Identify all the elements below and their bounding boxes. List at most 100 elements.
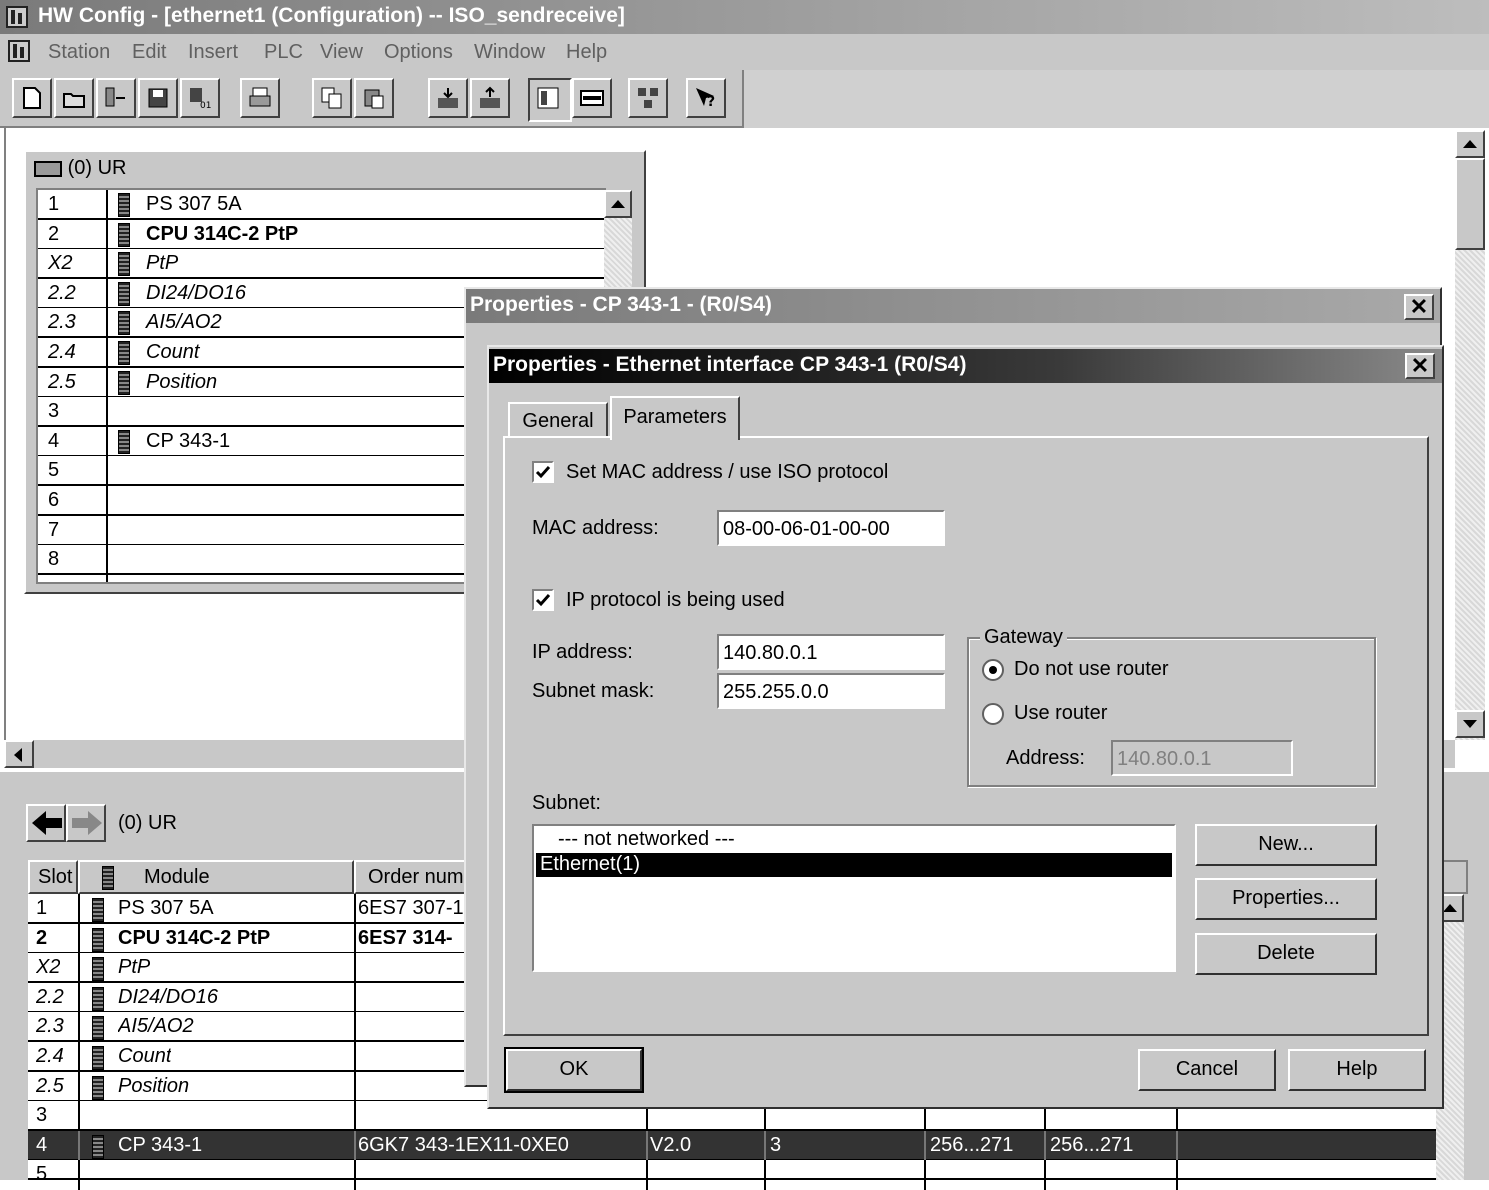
set-mac-checkbox[interactable]	[532, 461, 554, 483]
module-icon	[118, 281, 130, 306]
rack-module-name: CP 343-1	[146, 429, 231, 452]
module-column-icon	[102, 866, 114, 890]
upload-icon	[480, 86, 500, 108]
scroll-up-button[interactable]	[1455, 130, 1485, 158]
paste-icon	[364, 89, 384, 109]
back-button[interactable]	[26, 804, 66, 842]
rack-row[interactable]: 2 CPU 314C-2 PtP	[38, 219, 604, 250]
copy-button[interactable]	[312, 78, 352, 118]
column-divider	[78, 894, 80, 924]
cell-slot: 2	[36, 926, 48, 949]
paste-button[interactable]	[354, 78, 394, 118]
catalog-button[interactable]	[528, 78, 572, 122]
ethernet-dialog-close-button[interactable]: ✕	[1405, 353, 1435, 379]
cell-mpi: 3	[770, 1133, 782, 1156]
help-context-button[interactable]: ?	[686, 78, 726, 118]
cell-module: PtP	[118, 956, 151, 979]
new-button[interactable]	[12, 78, 52, 118]
rack-title-label: (0) UR	[67, 157, 127, 179]
router-address-label: Address:	[1006, 747, 1085, 769]
cell-fw: V2.0	[650, 1133, 692, 1156]
cell-slot: 4	[36, 1133, 48, 1156]
router-address-field[interactable]: 140.80.0.1	[1111, 740, 1293, 776]
title-bar: HW Config - [ethernet1 (Configuration) -…	[0, 0, 1489, 34]
column-divider	[354, 1042, 356, 1072]
menu-plc[interactable]: PLC	[264, 41, 303, 64]
delete-subnet-button[interactable]: Delete	[1195, 933, 1377, 975]
detail-table-row[interactable]: 4 CP 343-1 6GK7 343-1EX11-0XE0 V2.0 3 256...2…	[28, 1130, 1436, 1161]
tab-general[interactable]: General	[508, 402, 608, 438]
ip-protocol-checkbox[interactable]	[532, 589, 554, 611]
column-divider	[646, 1160, 648, 1190]
ok-button[interactable]: OK	[504, 1047, 644, 1093]
menu-window[interactable]: Window	[474, 41, 545, 64]
rack-slot-number: 2.4	[48, 341, 76, 363]
help-button[interactable]: Help	[1288, 1049, 1426, 1091]
subnet-listbox[interactable]: --- not networked --- Ethernet(1)	[532, 824, 1176, 972]
rack-module-name: CPU 314C-2 PtP	[146, 222, 299, 245]
tab-parameters[interactable]: Parameters	[610, 396, 740, 440]
rack-scroll-up-button[interactable]	[604, 190, 632, 218]
use-router-radio[interactable]	[982, 703, 1004, 725]
upload-button[interactable]	[470, 78, 510, 118]
cell-q: 256...271	[1050, 1133, 1134, 1156]
scroll-left-button[interactable]	[4, 740, 34, 768]
forward-button[interactable]	[66, 804, 106, 842]
detail-rack-title: (0) UR	[118, 812, 177, 834]
open-button[interactable]	[54, 78, 94, 118]
do-not-use-router-radio[interactable]	[982, 659, 1004, 681]
download-icon	[438, 88, 458, 108]
module-icon	[118, 370, 130, 395]
scroll-thumb[interactable]	[1455, 158, 1485, 250]
menu-options[interactable]: Options	[384, 41, 453, 64]
module-icon	[92, 1075, 104, 1100]
cancel-button[interactable]: Cancel	[1138, 1049, 1276, 1091]
app-icon[interactable]	[6, 6, 28, 28]
column-header-order-number[interactable]: Order numb	[354, 860, 466, 894]
column-divider	[354, 1160, 356, 1190]
column-header-module[interactable]: Module	[78, 860, 354, 894]
detail-table-row[interactable]: 5	[28, 1160, 1436, 1190]
cell-slot: 2.5	[36, 1074, 64, 1097]
rack-row[interactable]: 1 PS 307 5A	[38, 190, 604, 220]
subnet-mask-field[interactable]: 255.255.0.0	[717, 673, 945, 709]
mac-address-field[interactable]: 08-00-06-01-00-00	[717, 510, 945, 546]
cp-properties-close-button[interactable]: ✕	[1404, 294, 1434, 320]
menu-view[interactable]: View	[320, 41, 363, 64]
accessible-nodes-button[interactable]	[96, 78, 136, 118]
subnet-item-ethernet[interactable]: Ethernet(1)	[536, 853, 1172, 877]
rack-slot-number: 2.5	[48, 370, 76, 393]
ip-address-field[interactable]: 140.80.0.1	[717, 634, 945, 670]
column-header-slot[interactable]: Slot	[28, 860, 78, 894]
configure-network-button[interactable]	[628, 78, 668, 118]
subnet-item-not-networked[interactable]: --- not networked ---	[536, 828, 1172, 852]
menu-station[interactable]: Station	[48, 41, 110, 64]
print-button[interactable]	[240, 78, 280, 118]
workspace-vertical-scrollbar[interactable]	[1455, 130, 1485, 740]
column-divider	[354, 1130, 356, 1161]
save-compile-button[interactable]: 010	[180, 78, 220, 118]
cell-module: DI24/DO16	[118, 985, 219, 1008]
ethernet-dialog-title-bar: Properties - Ethernet interface CP 343-1…	[489, 349, 1442, 383]
cell-module: AI5/AO2	[118, 1015, 194, 1038]
save-button[interactable]	[138, 78, 178, 118]
scroll-down-button[interactable]	[1455, 710, 1485, 738]
menu-edit[interactable]: Edit	[132, 41, 166, 64]
ip-address-label: IP address:	[532, 641, 633, 663]
cell-slot: 2.4	[36, 1045, 64, 1067]
rack-slot-number: 2.3	[48, 311, 76, 334]
column-divider	[354, 953, 356, 984]
close-icon: ✕	[1410, 353, 1430, 378]
download-button[interactable]	[428, 78, 468, 118]
save-compile-icon: 010	[190, 88, 212, 110]
new-subnet-button[interactable]: New...	[1195, 824, 1377, 866]
cell-slot: 2.2	[36, 985, 64, 1008]
subnet-properties-button[interactable]: Properties...	[1195, 878, 1377, 920]
network-view-button[interactable]	[572, 78, 612, 118]
menu-insert[interactable]: Insert	[188, 41, 238, 64]
document-icon[interactable]	[8, 40, 30, 62]
rack-row[interactable]: X2 PtP	[38, 249, 604, 280]
menu-help[interactable]: Help	[566, 41, 607, 64]
rack-slot-number: 1	[48, 193, 60, 215]
configure-network-icon	[638, 88, 658, 108]
